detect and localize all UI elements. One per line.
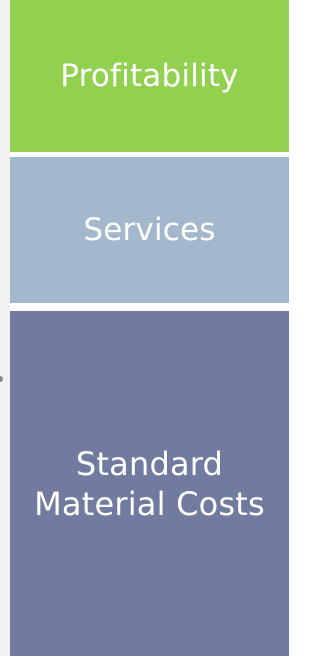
standard-material-costs-label-line-2: Material Costs xyxy=(34,484,265,523)
profitability-block: Profitability xyxy=(10,0,289,152)
standard-material-costs-label-line-1: Standard xyxy=(75,444,224,483)
services-block: Services xyxy=(10,157,289,303)
standard-material-costs-label: Standard Material Costs xyxy=(34,444,265,524)
standard-material-costs-block: Standard Material Costs xyxy=(10,311,289,656)
diagram-canvas: Profitability Services Standard Material… xyxy=(0,0,289,656)
profitability-label: Profitability xyxy=(60,57,239,94)
stacked-blocks: Profitability Services Standard Material… xyxy=(10,0,289,656)
services-label: Services xyxy=(83,211,216,248)
left-side-strip xyxy=(0,0,10,656)
